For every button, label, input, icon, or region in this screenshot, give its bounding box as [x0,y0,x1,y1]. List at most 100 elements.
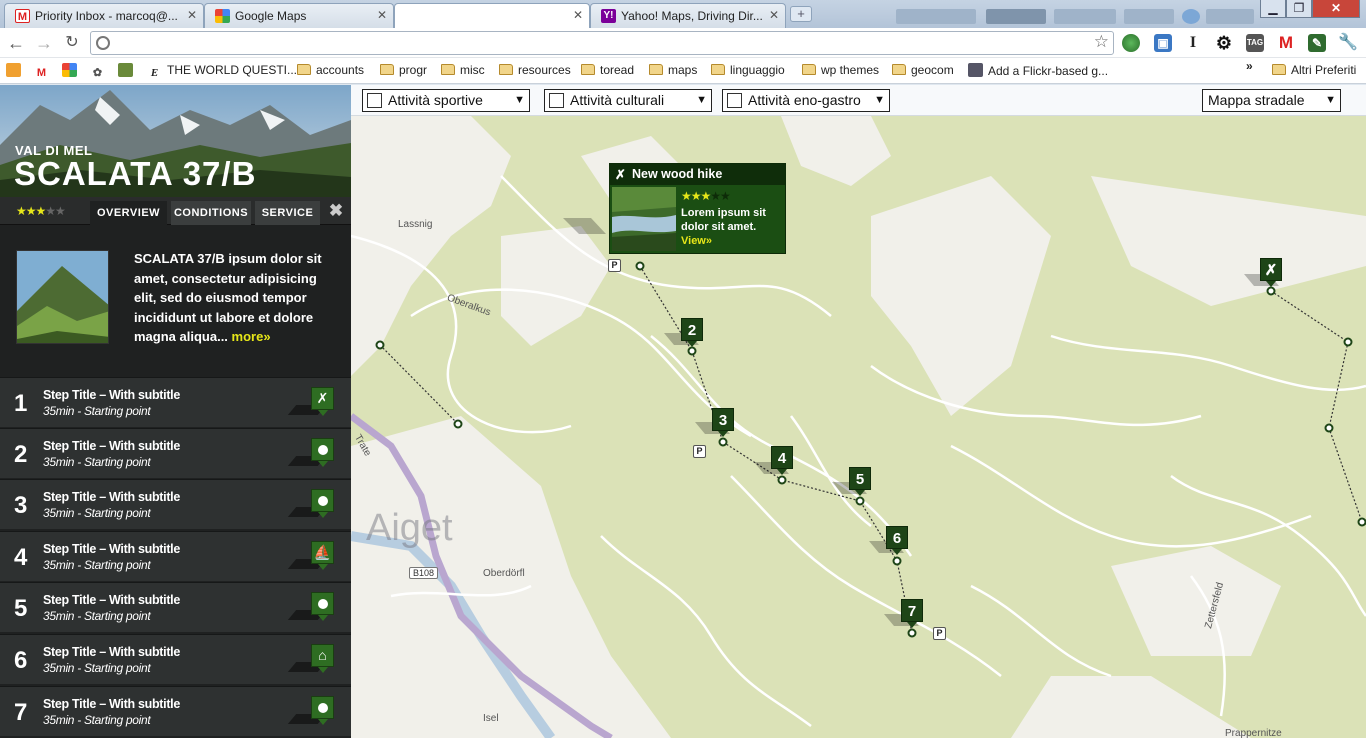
filter-sport-checkbox[interactable] [367,93,382,108]
bookmark-progr[interactable]: progr [380,63,427,77]
tab-yahoo-maps[interactable]: Y! Yahoo! Maps, Driving Dir... ✕ [590,3,786,28]
rating-stars: ★★★★★ [16,204,66,218]
e-icon: E [150,67,159,79]
other-bookmarks[interactable]: Altri Preferiti [1272,63,1356,77]
step-subtitle: 35min - Starting point [43,455,151,469]
step-subtitle: 35min - Starting point [43,713,151,727]
settings-extension-icon[interactable]: ⚙ [1215,34,1233,52]
hill-bookmark[interactable] [118,63,138,78]
back-button[interactable]: ← [5,32,27,54]
parking-icon[interactable]: P [933,627,946,640]
route-marker-2[interactable]: 2 [681,318,703,347]
tab-active-blank[interactable]: ✕ [394,3,590,29]
bookmark-linguaggio[interactable]: linguaggio [711,63,785,77]
earth-extension-icon[interactable] [1122,34,1140,52]
close-icon[interactable]: ✕ [769,8,779,22]
filter-food-checkbox[interactable] [727,93,742,108]
route-marker-4[interactable]: 4 [771,446,793,475]
instapaper-icon[interactable]: I [1184,34,1202,52]
gmail-bookmark[interactable]: M [34,63,54,80]
terrain-map[interactable] [351,116,1366,738]
forward-button[interactable]: → [33,32,55,54]
tab-service[interactable]: SERVICE [255,201,320,225]
screenshot-extension-icon[interactable]: ▣ [1154,34,1172,52]
step-title: Step Title – With subtitle [43,542,181,556]
map-type-select[interactable]: Mappa stradale ▼ [1202,89,1341,112]
close-icon[interactable]: ✕ [377,8,387,22]
reload-button[interactable]: ↻ [61,32,83,54]
dot-icon [311,438,334,467]
filter-culture-checkbox[interactable] [549,93,564,108]
parking-icon[interactable]: P [608,259,621,272]
close-icon[interactable]: ✕ [573,8,583,22]
hiker-icon: ✗ [311,387,334,416]
folder-icon [499,64,513,75]
taskbar-item [896,9,976,24]
tab-priority-inbox[interactable]: M Priority Inbox - marcoq@... ✕ [4,3,204,28]
wrench-menu-icon[interactable]: 🔧 [1338,34,1358,52]
bookmarks-overflow-chevron[interactable]: » [1246,59,1253,73]
step-item[interactable]: 7 Step Title – With subtitle 35min - Sta… [0,686,351,736]
overview-panel: SCALATA 37/B ipsum dolor sit amet, conse… [0,225,351,377]
bookmark-misc[interactable]: misc [441,63,485,77]
evernote-icon[interactable]: ✎ [1308,34,1326,52]
filter-label: Attività sportive [388,92,483,108]
popup-view-link[interactable]: View» [681,235,712,247]
step-title: Step Title – With subtitle [43,490,181,504]
filter-food-dropdown[interactable]: Attività eno-gastro ▼ [722,89,890,112]
folder-icon [649,64,663,75]
step-subtitle: 35min - Starting point [43,506,151,520]
bookmark-flickr[interactable]: Add a Flickr-based g... [968,63,1108,78]
address-bar[interactable]: ☆ [90,31,1114,55]
photo-bookmark[interactable] [6,63,26,78]
igoogle-bookmark[interactable] [62,63,82,78]
step-item[interactable]: 4 Step Title – With subtitle 35min - Sta… [0,531,351,581]
bug-bookmark[interactable]: ✿ [90,63,110,80]
filter-sport-dropdown[interactable]: Attività sportive ▼ [362,89,530,112]
close-icon[interactable]: ✖ [327,201,345,221]
bookmark-resources[interactable]: resources [499,63,571,77]
tab-google-maps[interactable]: Google Maps ✕ [204,3,394,28]
step-number: 6 [14,647,28,674]
route-marker-3[interactable]: 3 [712,408,734,437]
step-item[interactable]: 6 Step Title – With subtitle 35min - Sta… [0,634,351,684]
parking-icon[interactable]: P [693,445,706,458]
hiker-marker[interactable]: ✗ [1260,258,1282,287]
step-item[interactable]: 5 Step Title – With subtitle 35min - Sta… [0,582,351,632]
tab-overview[interactable]: OVERVIEW [90,201,167,225]
minimize-button[interactable]: ▁ [1260,0,1286,18]
tab-conditions[interactable]: CONDITIONS [171,201,251,225]
close-icon[interactable]: ✕ [187,8,197,22]
bookmark-star-icon[interactable]: ☆ [1094,32,1109,52]
popup-rating: ★★★★★ [681,189,731,203]
map-filter-bar: Attività sportive ▼ Attività culturali ▼… [351,85,1366,116]
step-subtitle: 35min - Starting point [43,558,151,572]
step-number: 4 [14,544,28,571]
map-canvas[interactable]: Lassnig Oberalkus Aiget Oberdörfl Trate … [351,85,1366,738]
tag-extension-icon[interactable]: TAG [1246,34,1264,52]
route-marker-7[interactable]: 7 [901,599,923,628]
bookmark-world-question[interactable]: E THE WORLD QUESTI... [147,63,297,80]
new-tab-button[interactable]: + [790,6,812,22]
bookmark-wp-themes[interactable]: wp themes [802,63,879,77]
bookmark-toread[interactable]: toread [581,63,634,77]
place-label: Aiget [366,507,453,549]
bookmark-accounts[interactable]: accounts [297,63,364,77]
step-item[interactable]: 3 Step Title – With subtitle 35min - Sta… [0,479,351,529]
gmail-checker-icon[interactable]: M [1277,34,1295,52]
step-item[interactable]: 1 Step Title – With subtitle 35min - Sta… [0,377,351,427]
step-title: Step Title – With subtitle [43,439,181,453]
window-close-button[interactable]: ✕ [1312,0,1360,18]
yahoo-icon: Y! [601,9,616,23]
poi-popup[interactable]: ✗ New wood hike ★★★★★ Lorem ipsum sit do… [609,163,786,254]
route-marker-5[interactable]: 5 [849,467,871,496]
canoe-icon: ⛵ [311,541,334,570]
filter-label: Attività culturali [570,92,665,108]
bookmark-maps[interactable]: maps [649,63,697,77]
step-item[interactable]: 2 Step Title – With subtitle 35min - Sta… [0,428,351,478]
more-link[interactable]: more» [232,329,271,344]
route-marker-6[interactable]: 6 [886,526,908,555]
filter-culture-dropdown[interactable]: Attività culturali ▼ [544,89,712,112]
bookmark-geocom[interactable]: geocom [892,63,954,77]
maximize-button[interactable]: ❐ [1286,0,1312,18]
